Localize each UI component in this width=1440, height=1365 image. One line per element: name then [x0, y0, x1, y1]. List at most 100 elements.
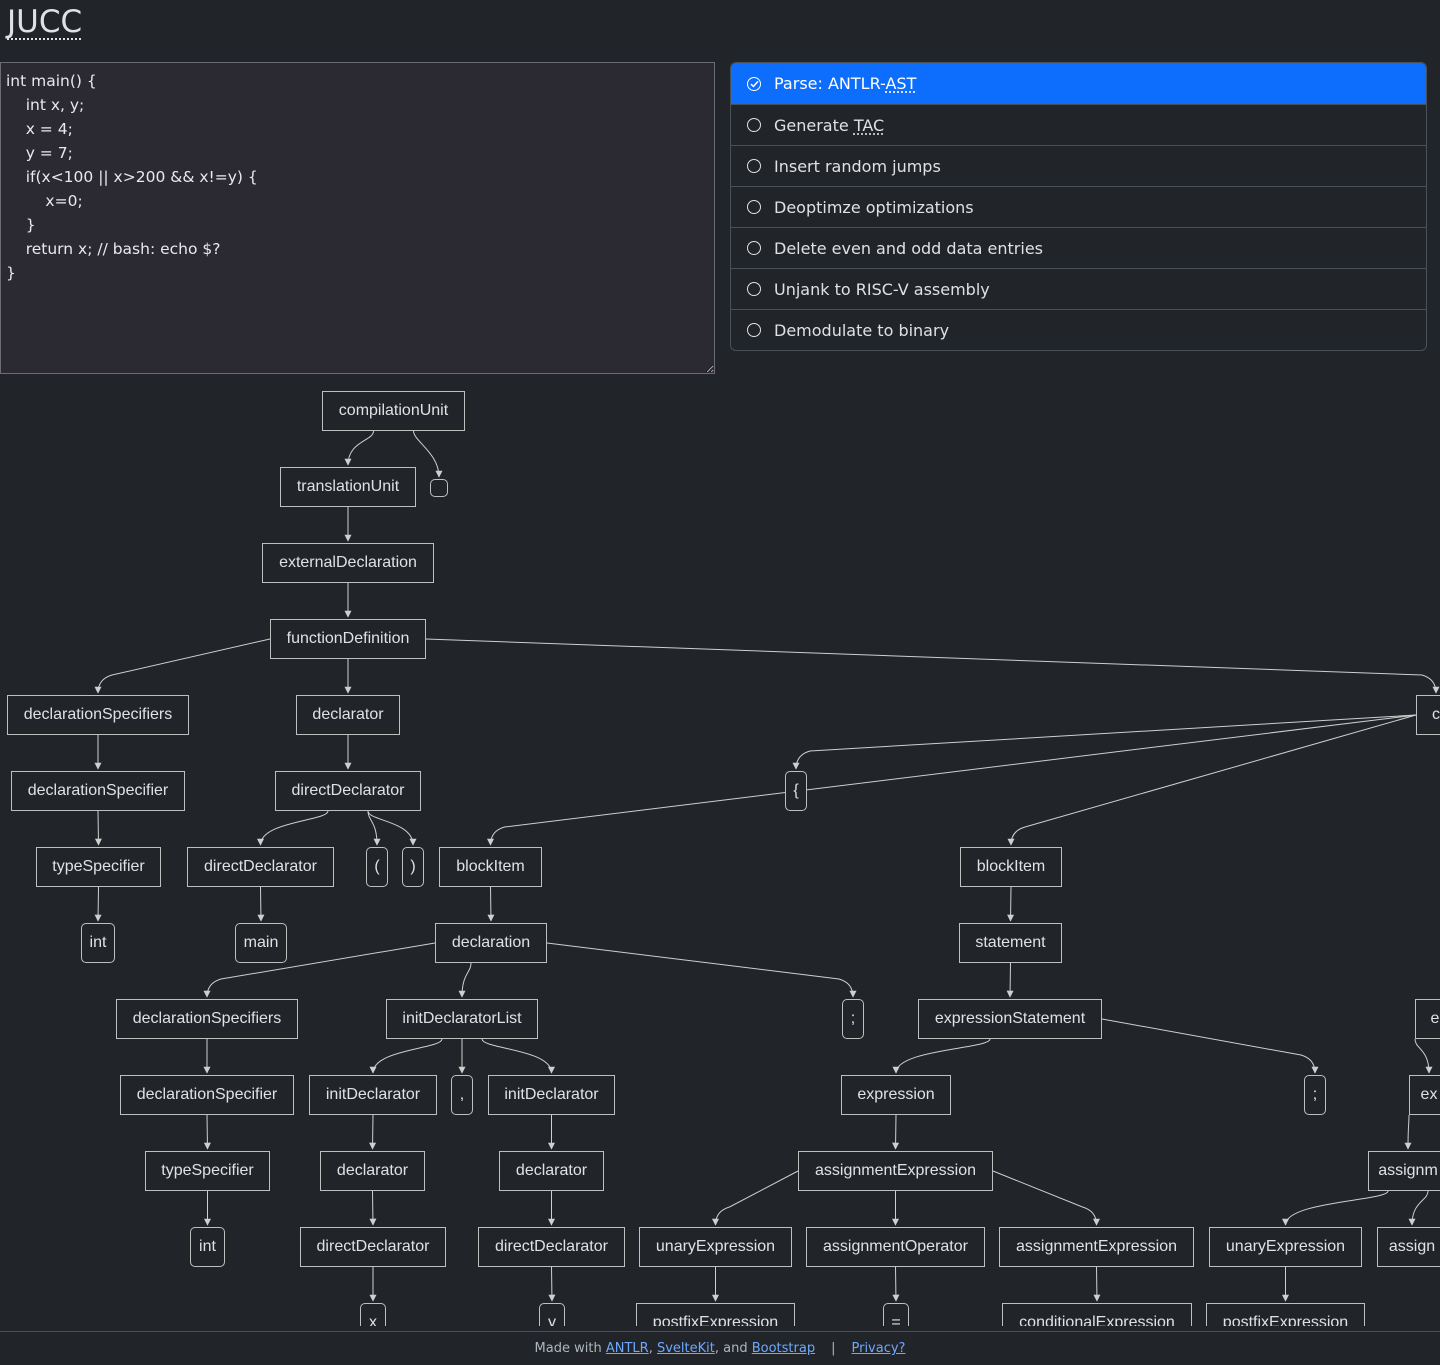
tree-node: main — [235, 923, 287, 963]
tree-node: directDeclarator — [478, 1227, 625, 1267]
tree-edge — [203, 1114, 211, 1150]
tree-node: c — [1416, 695, 1440, 735]
tree-node: initDeclarator — [488, 1075, 615, 1115]
tree-node: directDeclarator — [275, 771, 421, 811]
step-label-text: Delete even and odd data entries — [774, 238, 1043, 258]
tree-node: initDeclaratorList — [386, 999, 538, 1039]
tree-node: unaryExpression — [1209, 1227, 1362, 1267]
tree-edge — [344, 430, 374, 466]
step-label: Parse: ANTLR-AST — [774, 74, 916, 93]
tree-node: compilationUnit — [322, 391, 465, 431]
tree-node: int — [190, 1227, 225, 1267]
tree-node: assignm — [1368, 1151, 1440, 1191]
tree-node: directDeclarator — [187, 847, 334, 887]
tree-node: x — [360, 1303, 386, 1326]
radio-circle-icon — [747, 323, 761, 337]
check-circle-icon — [747, 76, 761, 91]
step-item[interactable]: Delete even and odd data entries — [731, 227, 1426, 268]
radio-circle-icon — [747, 159, 761, 173]
bootstrap-link[interactable]: Bootstrap — [752, 1341, 815, 1356]
tree-edge — [1093, 1266, 1101, 1302]
tree-edge — [546, 942, 857, 998]
tree-edge — [413, 430, 443, 478]
step-item[interactable]: Unjank to RISC-V assembly — [731, 268, 1426, 309]
tree-node: declarator — [320, 1151, 425, 1191]
tree-node: expressionStatement — [918, 999, 1102, 1039]
tree-node: functionDefinition — [270, 619, 426, 659]
radio-circle-icon — [747, 282, 761, 296]
tree-node: ; — [1304, 1075, 1326, 1115]
tree-node: ex — [1409, 1075, 1440, 1115]
tree-node: assignmentOperator — [806, 1227, 985, 1267]
tree-node: initDeclarator — [309, 1075, 437, 1115]
tree-node: conditionalExpression — [1002, 1303, 1192, 1326]
tree-node: externalDeclaration — [262, 543, 434, 583]
step-item[interactable]: Insert random jumps — [731, 145, 1426, 186]
tree-edge — [712, 1170, 799, 1226]
tree-node: declaration — [435, 923, 547, 963]
tree-node: declarator — [499, 1151, 604, 1191]
tree-edge — [487, 886, 495, 922]
tree-edge — [1408, 1190, 1429, 1226]
tree-node: { — [785, 771, 807, 811]
tree-edge — [548, 1266, 556, 1302]
tree-edge — [1282, 1190, 1389, 1226]
pipeline-steps: Parse: ANTLR-AST Generate TAC Insert rando… — [730, 62, 1427, 351]
tree-node: unaryExpression — [639, 1227, 792, 1267]
tree-node: assignmentExpression — [798, 1151, 993, 1191]
step-label: Demodulate to binary — [774, 321, 949, 340]
tree-edge — [94, 886, 102, 922]
tree-edge — [369, 1114, 377, 1150]
tree-node: int — [81, 923, 115, 963]
step-label: Generate TAC — [774, 116, 884, 135]
step-label-abbr: AST — [885, 74, 917, 93]
tree-edge — [1404, 1114, 1412, 1150]
step-item[interactable]: Deoptimze optimizations — [731, 186, 1426, 227]
radio-circle-icon — [747, 118, 761, 132]
tree-node: , — [451, 1075, 473, 1115]
tree-edge — [369, 1190, 377, 1226]
step-label-text: Unjank to RISC-V assembly — [774, 279, 990, 299]
tree-edge — [257, 886, 265, 922]
tree-node: ; — [842, 999, 864, 1039]
tree-edge — [1414, 1038, 1433, 1074]
tree-edge — [257, 810, 329, 846]
tree-edge — [458, 962, 472, 998]
privacy-link[interactable]: Privacy? — [851, 1341, 905, 1356]
app-title[interactable]: JUCC — [7, 4, 82, 40]
step-item[interactable]: Demodulate to binary — [731, 309, 1426, 350]
footer-and: , and — [714, 1341, 748, 1356]
tree-node: declarationSpecifiers — [7, 695, 189, 735]
radio-circle-icon — [747, 241, 761, 255]
tree-node: postfixExpression — [636, 1303, 795, 1326]
step-label-text: Deoptimze optimizations — [774, 197, 974, 217]
step-item[interactable]: Generate TAC — [731, 104, 1426, 145]
tree-node: declarationSpecifier — [11, 771, 185, 811]
tree-node: typeSpecifier — [145, 1151, 270, 1191]
step-label-text: Parse: ANTLR- — [774, 74, 886, 93]
antlr-link[interactable]: ANTLR — [606, 1341, 649, 1356]
tree-edge — [1007, 886, 1015, 922]
tree-node: translationUnit — [280, 467, 416, 507]
tree-edge — [487, 714, 1417, 846]
tree-node: statement — [959, 923, 1062, 963]
radio-circle-icon — [747, 200, 761, 214]
tree-node: declarationSpecifiers — [116, 999, 298, 1039]
code-editor[interactable] — [0, 62, 715, 374]
sveltekit-link[interactable]: SvelteKit — [657, 1341, 715, 1356]
tree-node: postfixExpression — [1206, 1303, 1365, 1326]
tree-edge — [481, 1038, 555, 1074]
tree-node: y — [539, 1303, 565, 1326]
tree-edge — [892, 1114, 900, 1150]
step-item[interactable]: Parse: ANTLR-AST — [731, 63, 1426, 104]
tree-edge — [369, 1038, 443, 1074]
tree-node: blockItem — [439, 847, 542, 887]
step-label: Deoptimze optimizations — [774, 198, 974, 217]
parse-tree: compilationUnit translationUnit externalDe… — [0, 376, 1440, 1326]
step-label: Unjank to RISC-V assembly — [774, 280, 990, 299]
footer: Made with ANTLR, SvelteKit, and Bootstra… — [0, 1331, 1440, 1365]
tree-node: expression — [841, 1075, 951, 1115]
tree-edge — [94, 638, 271, 694]
tree-node: = — [883, 1303, 909, 1326]
tree-node: declarationSpecifier — [120, 1075, 294, 1115]
